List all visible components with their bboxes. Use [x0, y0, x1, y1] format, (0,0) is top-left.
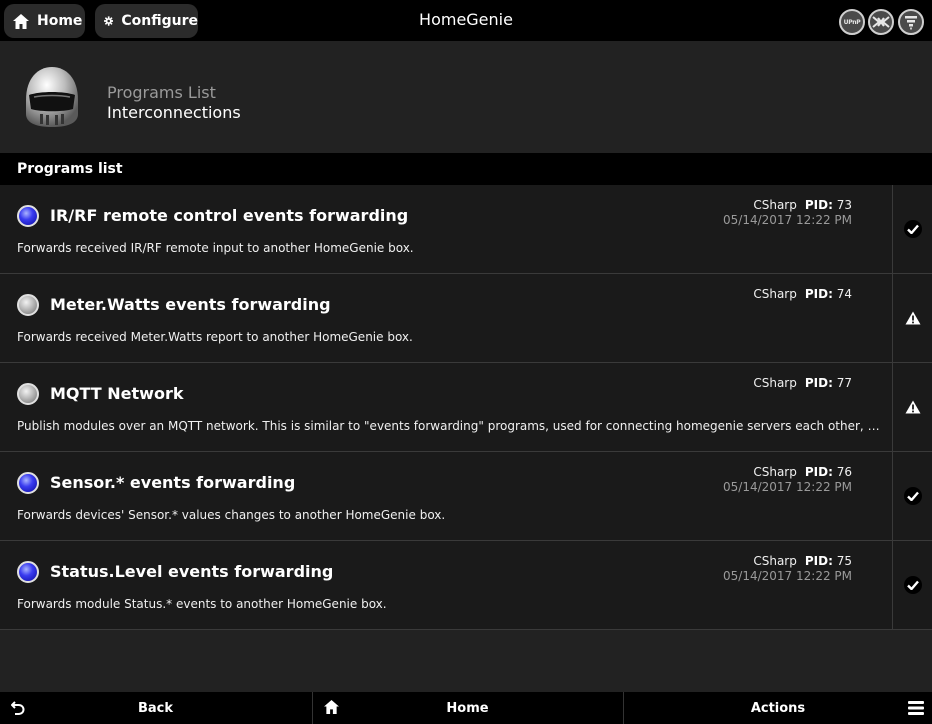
- breadcrumb-parent[interactable]: Programs List: [107, 83, 216, 102]
- program-row-main[interactable]: Meter.Watts events forwarding CSharp PID:…: [0, 274, 892, 362]
- program-status-button[interactable]: [892, 541, 932, 629]
- status-led-icon: [17, 561, 39, 583]
- status-led-icon: [17, 205, 39, 227]
- home-nav-label: Home: [446, 701, 489, 716]
- program-row[interactable]: MQTT Network CSharp PID: 77 Publish modul…: [0, 363, 932, 452]
- program-pid: 73: [836, 198, 852, 212]
- program-meta: CSharp PID: 73 05/14/2017 12:22 PM: [723, 198, 852, 227]
- app-title: HomeGenie: [419, 10, 513, 29]
- program-row[interactable]: Meter.Watts events forwarding CSharp PID:…: [0, 274, 932, 363]
- ir-remote-icon[interactable]: [898, 9, 924, 35]
- program-description: Forwards devices' Sensor.* values change…: [17, 508, 446, 522]
- program-status-button[interactable]: [892, 274, 932, 362]
- top-bar: Home Configure HomeGenie UPnP: [0, 0, 932, 41]
- back-button-label: Back: [137, 701, 174, 716]
- program-language: CSharp: [753, 376, 797, 390]
- home-nav-button[interactable]: Home: [312, 692, 622, 724]
- program-meta: CSharp PID: 77: [753, 376, 852, 391]
- pid-label: PID:: [804, 465, 833, 479]
- program-date: 05/14/2017 12:22 PM: [723, 480, 852, 494]
- pid-label: PID:: [804, 376, 833, 390]
- program-language: CSharp: [753, 287, 797, 301]
- program-date: 05/14/2017 12:22 PM: [723, 569, 852, 583]
- page-header: Programs List Interconnections: [0, 41, 932, 153]
- x10-icon[interactable]: [868, 9, 894, 35]
- check-icon: [903, 487, 922, 505]
- warning-icon: [905, 400, 920, 414]
- program-language: CSharp: [753, 554, 797, 568]
- program-status-button[interactable]: [892, 452, 932, 540]
- upnp-icon[interactable]: UPnP: [839, 9, 865, 35]
- program-row-main[interactable]: MQTT Network CSharp PID: 77 Publish modul…: [0, 363, 892, 451]
- program-meta: CSharp PID: 74: [753, 287, 852, 302]
- check-icon: [903, 220, 922, 238]
- program-date: 05/14/2017 12:22 PM: [723, 213, 852, 227]
- section-title: Programs list: [0, 153, 932, 185]
- program-name: IR/RF remote control events forwarding: [50, 206, 409, 225]
- program-name: Meter.Watts events forwarding: [50, 295, 331, 314]
- program-pid: 74: [836, 287, 852, 301]
- program-row[interactable]: Sensor.* events forwarding CSharp PID: 76…: [0, 452, 932, 541]
- back-button[interactable]: Back: [0, 692, 311, 724]
- program-pid: 76: [836, 465, 852, 479]
- program-language: CSharp: [753, 465, 797, 479]
- pid-label: PID:: [804, 554, 833, 568]
- programs-list: IR/RF remote control events forwarding C…: [0, 185, 932, 630]
- program-row-main[interactable]: IR/RF remote control events forwarding C…: [0, 185, 892, 273]
- actions-button[interactable]: Actions: [623, 692, 932, 724]
- program-pid: 75: [836, 554, 852, 568]
- program-description: Forwards module Status.* events to anoth…: [17, 597, 387, 611]
- pid-label: PID:: [804, 198, 833, 212]
- program-row[interactable]: Status.Level events forwarding CSharp PID…: [0, 541, 932, 630]
- program-name: Status.Level events forwarding: [50, 562, 334, 581]
- status-led-icon: [17, 472, 39, 494]
- program-status-button[interactable]: [892, 363, 932, 451]
- check-icon: [903, 576, 922, 594]
- program-pid: 77: [836, 376, 852, 390]
- bottom-bar: Back Home Actions: [0, 692, 932, 724]
- program-meta: CSharp PID: 75 05/14/2017 12:22 PM: [723, 554, 852, 583]
- status-led-icon: [17, 294, 39, 316]
- program-language: CSharp: [753, 198, 797, 212]
- upnp-icon-label: UPnP: [843, 18, 861, 26]
- status-led-icon: [17, 383, 39, 405]
- program-description: Forwards received Meter.Watts report to …: [17, 330, 413, 344]
- menu-list-icon: [908, 701, 924, 715]
- program-status-button[interactable]: [892, 185, 932, 273]
- program-meta: CSharp PID: 76 05/14/2017 12:22 PM: [723, 465, 852, 494]
- pid-label: PID:: [804, 287, 833, 301]
- program-row-main[interactable]: Status.Level events forwarding CSharp PID…: [0, 541, 892, 629]
- program-name: MQTT Network: [50, 384, 184, 403]
- program-description: Forwards received IR/RF remote input to …: [17, 241, 414, 255]
- program-row[interactable]: IR/RF remote control events forwarding C…: [0, 185, 932, 274]
- homegenie-logo: [26, 67, 78, 127]
- warning-icon: [905, 311, 920, 325]
- program-description: Publish modules over an MQTT network. Th…: [17, 419, 881, 433]
- program-name: Sensor.* events forwarding: [50, 473, 296, 492]
- actions-button-label: Actions: [750, 701, 806, 716]
- page-title: Interconnections: [107, 103, 241, 122]
- program-row-main[interactable]: Sensor.* events forwarding CSharp PID: 76…: [0, 452, 892, 540]
